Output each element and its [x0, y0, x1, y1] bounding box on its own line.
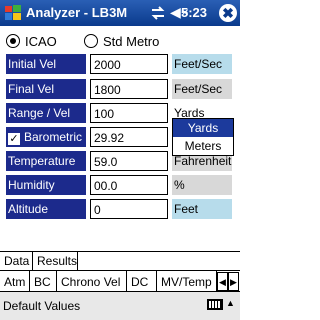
range-vel-input[interactable]: 100: [90, 103, 168, 123]
keyboard-icon[interactable]: [207, 299, 223, 310]
tab-data[interactable]: Data: [0, 252, 33, 270]
radio-std-metro[interactable]: Std Metro: [84, 32, 159, 50]
range-unit-dropdown[interactable]: Yards Meters: [172, 118, 234, 156]
humidity-unit: %: [172, 175, 232, 195]
altitude-label: Altitude: [6, 199, 86, 219]
final-vel-unit[interactable]: Feet/Sec: [172, 79, 232, 99]
dropdown-option-meters[interactable]: Meters: [173, 137, 233, 155]
final-vel-input[interactable]: 1800: [90, 79, 168, 99]
tab-results[interactable]: Results: [33, 252, 78, 270]
initial-vel-input[interactable]: 2000: [90, 54, 168, 74]
tab-dc[interactable]: DC: [127, 271, 157, 291]
tab-atm[interactable]: Atm: [0, 271, 30, 291]
humidity-input[interactable]: 00.0: [90, 175, 168, 195]
temperature-input[interactable]: 59.0: [90, 151, 168, 171]
barometric-input[interactable]: 29.92: [90, 127, 168, 147]
final-vel-label: Final Vel: [6, 79, 86, 99]
tab-mv-temp[interactable]: MV/Temp: [157, 271, 217, 291]
radio-icao-label: ICAO: [25, 33, 57, 49]
initial-vel-label: Initial Vel: [6, 54, 86, 74]
humidity-label: Humidity: [6, 175, 86, 195]
default-values-menu[interactable]: Default Values: [3, 299, 80, 313]
main-tab-bar: Data Results: [0, 251, 240, 270]
range-vel-label: Range / Vel: [6, 103, 86, 123]
tab-scroll-right-icon[interactable]: ▶: [228, 272, 239, 291]
radio-std-metro-label: Std Metro: [103, 33, 160, 49]
window-title: Analyzer - LB3M: [26, 5, 128, 20]
radio-unselected-icon: [84, 34, 98, 48]
initial-vel-unit[interactable]: Feet/Sec: [172, 54, 232, 74]
tab-scroll-left-icon[interactable]: ◀: [217, 272, 228, 291]
title-bar: Analyzer - LB3M ◀× 5:23 ✖: [0, 0, 240, 26]
menu-bar: Default Values ▲: [0, 292, 240, 320]
clock-time: 5:23: [181, 5, 208, 20]
sync-arrows-icon[interactable]: [150, 5, 166, 21]
barometric-label-text: Barometric: [24, 130, 83, 144]
radio-icao[interactable]: ICAO: [6, 32, 57, 50]
dropdown-option-yards[interactable]: Yards: [173, 119, 233, 137]
barometric-label[interactable]: ✓ Barometric: [6, 127, 86, 147]
temperature-label: Temperature: [6, 151, 86, 171]
altitude-input[interactable]: 0: [90, 199, 168, 219]
tab-chrono-vel[interactable]: Chrono Vel: [57, 271, 127, 291]
altitude-unit[interactable]: Feet: [172, 199, 232, 219]
tab-bc[interactable]: BC: [30, 271, 57, 291]
radio-selected-icon: [6, 34, 20, 48]
keyboard-toggle-icon[interactable]: ▲: [226, 298, 235, 308]
barometric-checkbox[interactable]: ✓: [8, 133, 20, 145]
sub-tab-bar: Atm BC Chrono Vel DC MV/Temp ◀ ▶: [0, 270, 240, 292]
close-button[interactable]: ✖: [219, 4, 237, 22]
windows-start-icon[interactable]: [3, 3, 23, 23]
